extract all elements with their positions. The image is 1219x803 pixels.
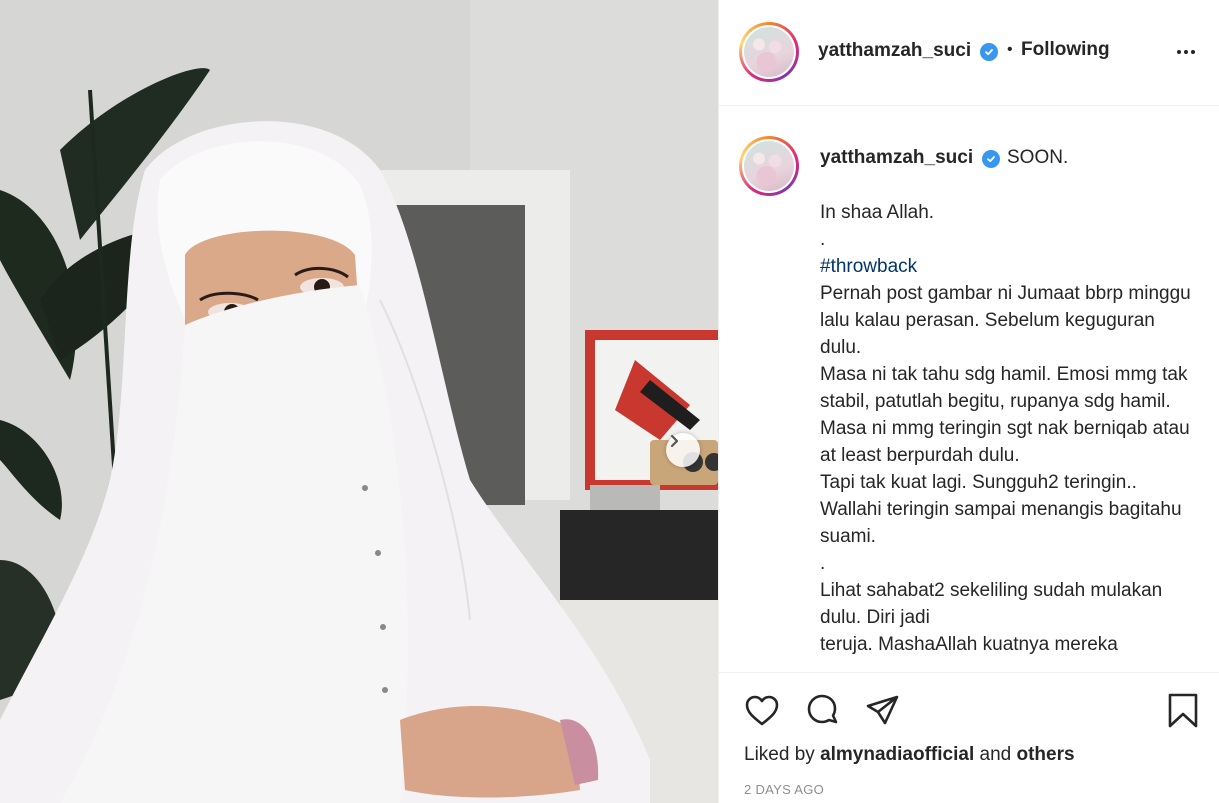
likes-summary: Liked by almynadiaofficial and others <box>744 744 1075 766</box>
post-actions: Liked by almynadiaofficial and others 2 … <box>719 672 1219 803</box>
avatar-image <box>744 27 794 77</box>
post-side-panel: yatthamzah_suci • Following yatthamzah_s… <box>718 0 1219 803</box>
following-button[interactable]: Following <box>1021 39 1110 61</box>
author-avatar[interactable] <box>739 22 799 82</box>
post-header: yatthamzah_suci • Following <box>719 0 1219 106</box>
caption-username[interactable]: yatthamzah_suci <box>820 147 973 169</box>
comment-icon[interactable] <box>803 692 841 730</box>
caption-clip <box>719 658 1219 672</box>
next-photo-button[interactable] <box>666 433 700 467</box>
header-separator: • <box>1007 41 1013 58</box>
more-options-icon[interactable] <box>1174 42 1198 62</box>
liked-by-user-link[interactable]: almynadiaofficial <box>820 744 974 765</box>
share-icon[interactable] <box>863 692 901 730</box>
author-username[interactable]: yatthamzah_suci <box>818 40 971 62</box>
caption-text: In shaa Allah. . #throwback Pernah post … <box>820 199 1200 658</box>
likes-prefix: Liked by <box>744 744 815 765</box>
post-timestamp[interactable]: 2 DAYS AGO <box>744 782 824 797</box>
caption-first-line: SOON. <box>1007 147 1069 168</box>
liked-by-others-link[interactable]: others <box>1017 744 1075 765</box>
verified-badge-icon <box>980 43 998 61</box>
hashtag-link[interactable]: #throwback <box>820 256 917 277</box>
photo-artwork <box>0 0 718 803</box>
avatar-image <box>744 141 794 191</box>
chevron-right-icon <box>670 434 679 448</box>
caption-author-avatar[interactable] <box>739 136 799 196</box>
heart-icon[interactable] <box>743 692 781 730</box>
verified-badge-icon <box>982 150 1000 168</box>
likes-conjunction: and <box>979 744 1012 765</box>
caption-text-part: Pernah post gambar ni Jumaat bbrp minggu… <box>820 283 1191 655</box>
post-photo[interactable] <box>0 0 718 803</box>
caption-text-part: In shaa Allah. . <box>820 202 935 250</box>
post-caption: yatthamzah_suci SOON. In shaa Allah. . #… <box>719 107 1219 672</box>
bookmark-icon[interactable] <box>1164 692 1202 730</box>
